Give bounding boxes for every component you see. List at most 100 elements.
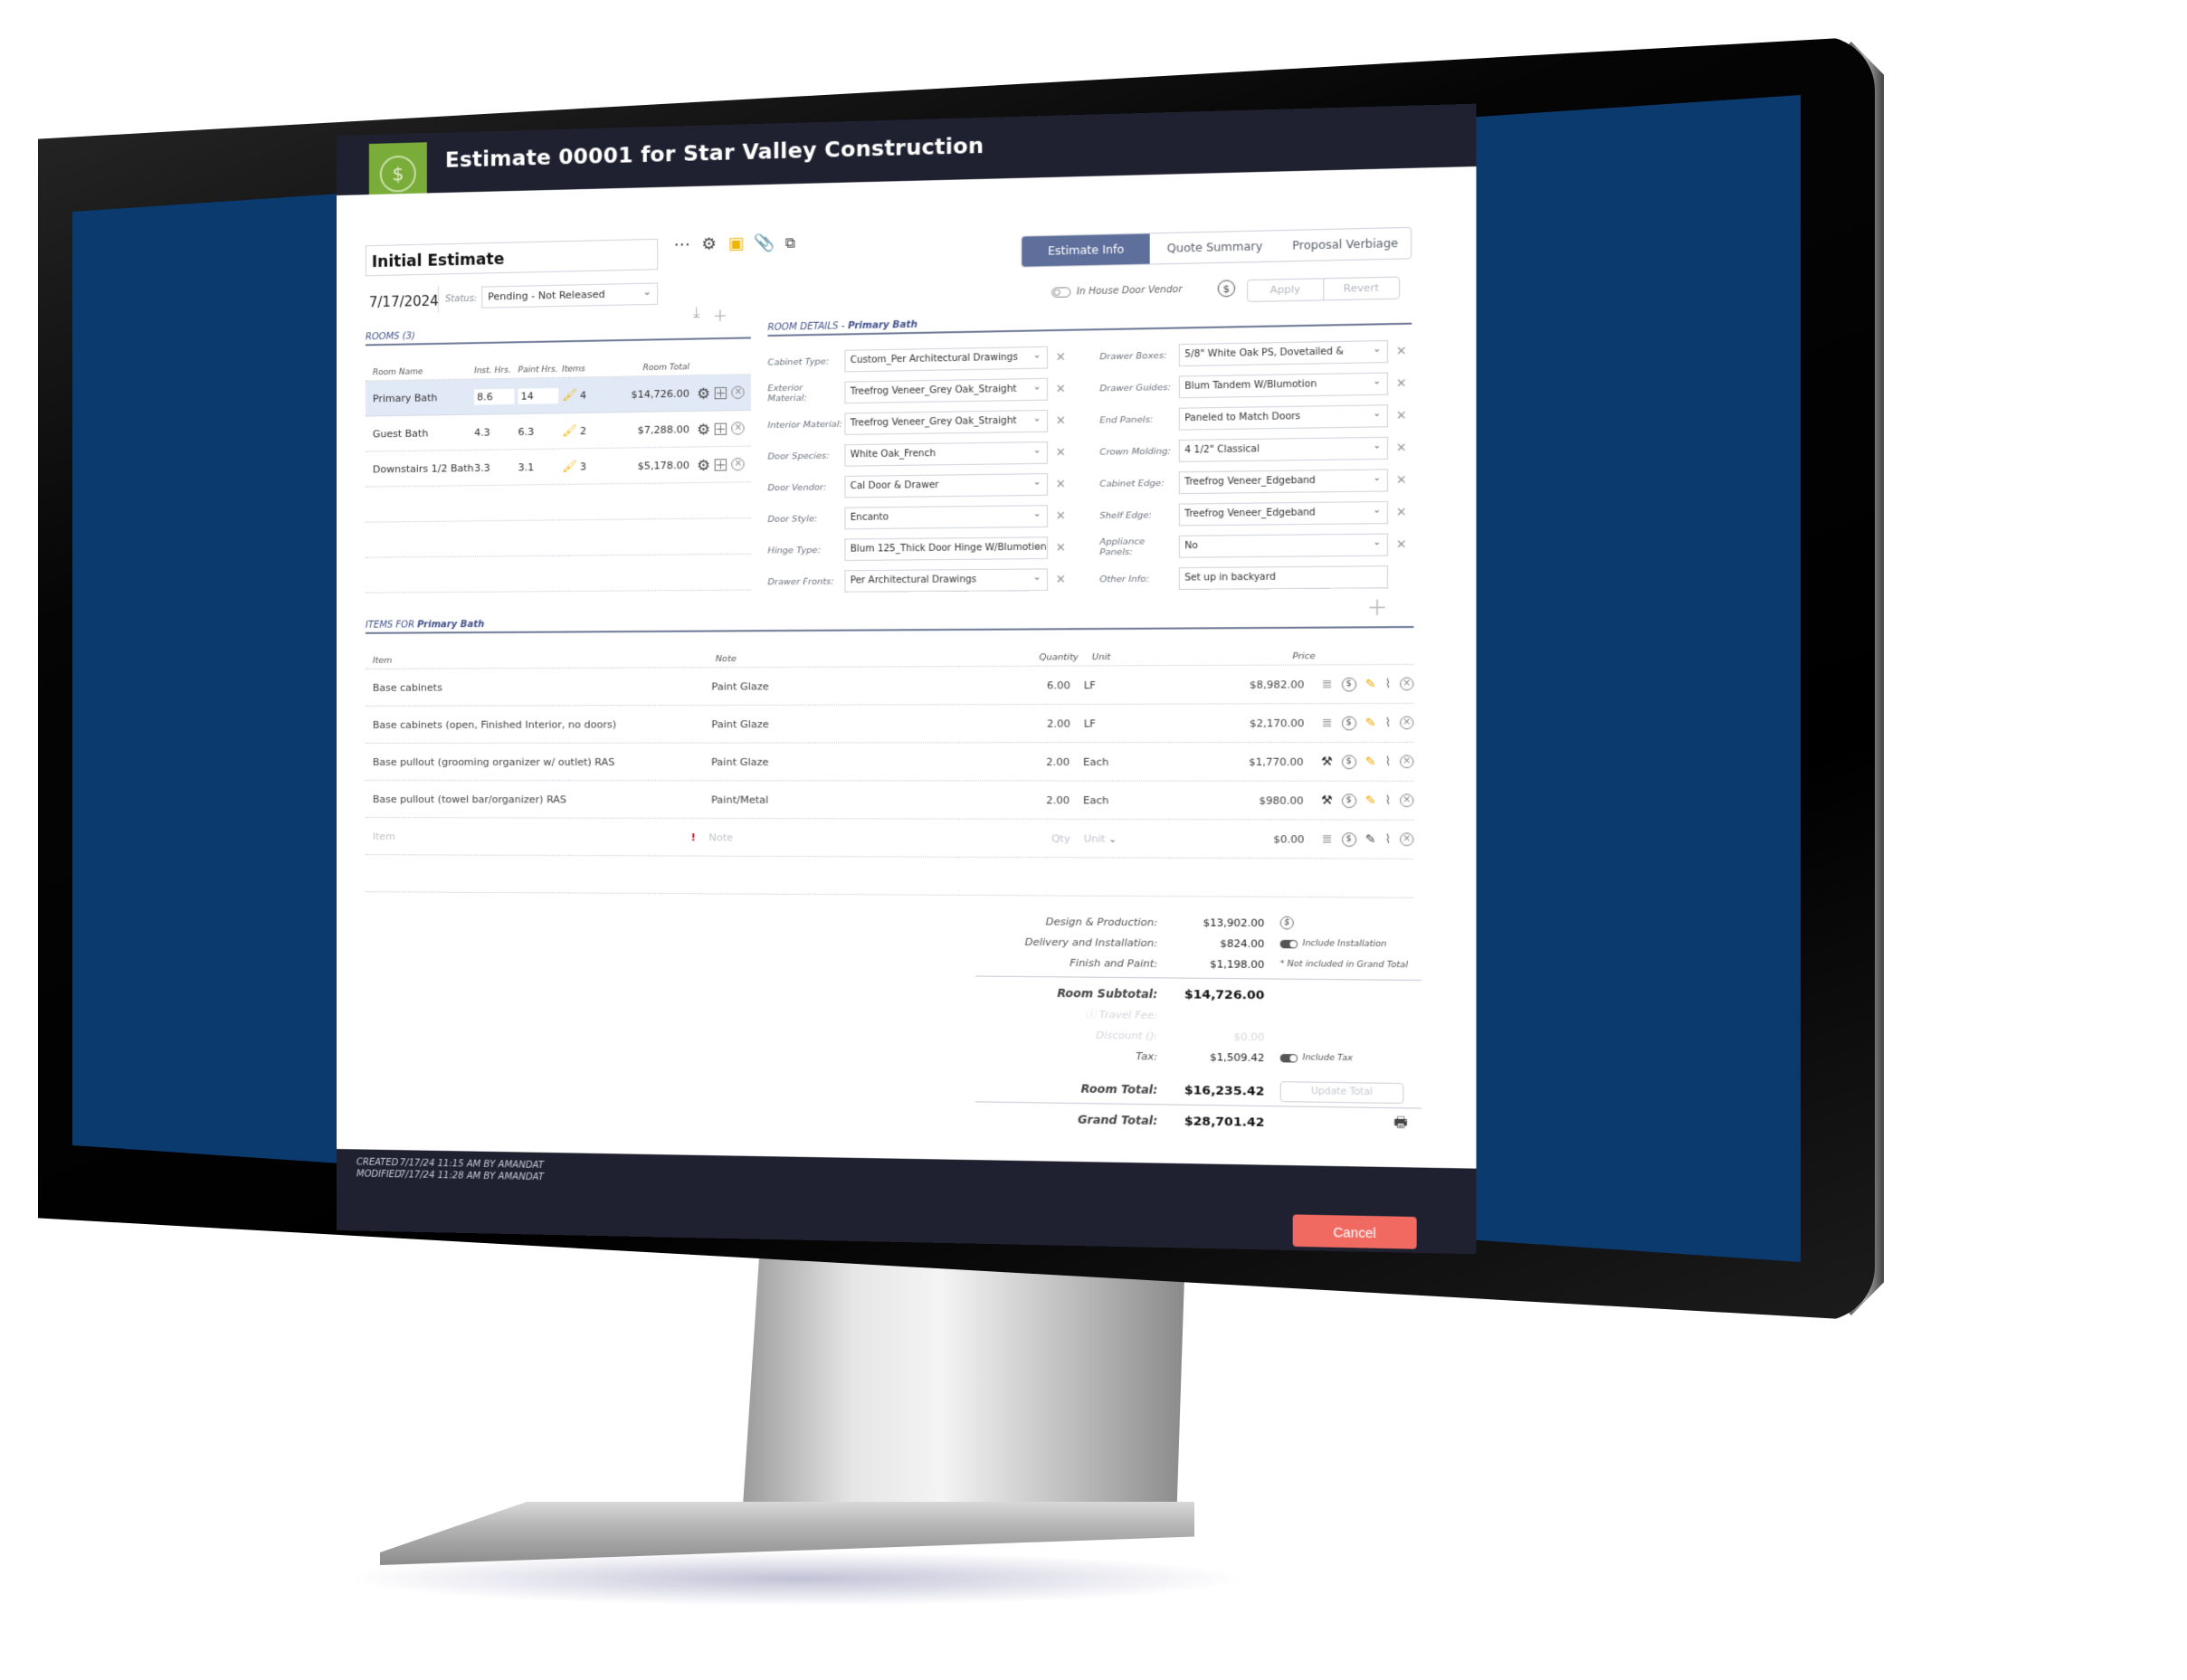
clear-icon[interactable]: ✕ (1396, 441, 1407, 455)
status-select[interactable]: Pending - Not Released ⌄ (481, 282, 659, 308)
new-unit-select[interactable]: Unit ⌄ (1070, 832, 1151, 845)
door-vendor-toggle[interactable] (1051, 287, 1071, 299)
clear-icon[interactable]: ✕ (1055, 573, 1066, 587)
dollar-icon[interactable]: $ (1341, 793, 1356, 808)
inst-hrs-input[interactable]: 8.6 (474, 388, 515, 405)
pencil-icon[interactable]: ✎ (1365, 677, 1376, 691)
item-row[interactable]: Base pullout (towel bar/organizer) RAS Pa… (365, 781, 1414, 821)
tab-proposal-verbiage[interactable]: Proposal Verbiage (1279, 228, 1411, 261)
detail-field-select[interactable]: No ⌄ (1178, 533, 1389, 558)
remove-circle-icon[interactable]: × (1400, 755, 1414, 769)
estimate-name-input[interactable]: Initial Estimate (365, 238, 659, 277)
paint-hrs-input[interactable]: 14 (518, 387, 559, 404)
add-box-icon[interactable] (715, 458, 727, 471)
dollar-icon[interactable]: $ (1341, 831, 1356, 847)
item-row[interactable]: Base pullout (grooming organizer w/ outl… (365, 742, 1414, 782)
clear-icon[interactable]: ✕ (1396, 344, 1407, 358)
database-icon[interactable]: ≣ (1322, 716, 1333, 730)
dollar-icon[interactable]: $ (1341, 677, 1356, 692)
detail-field-select[interactable]: Treefrog Veneer_Edgeband ⌄ (1178, 500, 1389, 527)
tools-icon[interactable]: ⚒ (1321, 755, 1333, 769)
pencil-icon[interactable]: ✎ (1365, 716, 1376, 730)
detail-field-select[interactable]: Cal Door & Drawer ⌄ (844, 473, 1049, 498)
database-icon[interactable]: ≣ (1322, 677, 1333, 691)
room-row[interactable]: Downstairs 1/2 Bath 3.3 3.1 🖌 3 $5,178.00… (365, 446, 751, 488)
add-room-icon[interactable]: ＋ (713, 303, 727, 326)
new-qty-input[interactable]: Qty (1010, 832, 1070, 844)
apply-button[interactable]: Apply (1248, 279, 1324, 301)
detail-field-select[interactable]: Treefrog Veneer_Grey Oak_Straight ⌄ (844, 377, 1049, 404)
paperclip-icon[interactable]: 📎 (754, 233, 775, 253)
dollar-icon[interactable]: $ (1279, 916, 1294, 930)
add-box-icon[interactable] (715, 386, 727, 399)
detail-field-select[interactable]: White Oak_French ⌄ (844, 441, 1049, 467)
clear-icon[interactable]: ✕ (1055, 413, 1066, 428)
clear-icon[interactable]: ✕ (1396, 409, 1407, 423)
cancel-button[interactable]: Cancel (1292, 1214, 1417, 1249)
detail-field-select[interactable]: Custom_Per Architectural Drawings ⌄ (844, 346, 1049, 373)
detail-field-select[interactable]: Per Architectural Drawings ⌄ (844, 568, 1049, 593)
room-row[interactable]: Primary Bath 8.6 14 🖌 4 $14,726.00 ⚙ × (365, 375, 751, 417)
include-installation-toggle[interactable] (1279, 939, 1298, 948)
clear-icon[interactable]: ✕ (1396, 376, 1407, 391)
pencil-icon[interactable]: ✎ (1365, 793, 1376, 808)
other-info-input[interactable]: Set up in backyard (1178, 565, 1389, 591)
item-row[interactable]: Base cabinets (open, Finished Interior, … (365, 703, 1414, 744)
dollar-icon[interactable]: $ (1341, 755, 1356, 769)
tools-icon[interactable]: ⚒ (1321, 793, 1333, 808)
info-icon[interactable]: ⓘ (1085, 1009, 1098, 1021)
clear-icon[interactable]: ✕ (1396, 505, 1407, 519)
remove-circle-icon[interactable]: × (1400, 832, 1414, 847)
paperclip-icon[interactable]: ⌇ (1384, 832, 1391, 847)
paperclip-icon[interactable]: ⌇ (1384, 793, 1391, 808)
detail-field-select[interactable]: Paneled to Match Doors ⌄ (1178, 404, 1389, 431)
clear-icon[interactable]: ✕ (1055, 445, 1066, 460)
dollar-icon[interactable]: $ (1217, 280, 1236, 298)
pencil-icon[interactable]: ✎ (1365, 755, 1376, 769)
detail-field-select[interactable]: Treefrog Veneer_Grey Oak_Straight ⌄ (844, 409, 1049, 435)
detail-field-select[interactable]: 5/8" White Oak PS, Dovetailed & ⌄ (1178, 339, 1389, 367)
clear-icon[interactable]: ✕ (1396, 473, 1407, 488)
gear-icon[interactable]: ⚙ (697, 420, 710, 438)
remove-circle-icon[interactable]: × (1400, 677, 1414, 691)
download-icon[interactable]: ⤓ (693, 304, 699, 327)
notes-icon[interactable]: ▣ (727, 234, 746, 254)
revert-button[interactable]: Revert (1324, 278, 1399, 300)
update-total-button[interactable]: Update Total (1279, 1081, 1404, 1105)
item-row[interactable]: Base cabinets Paint Glaze 6.00 LF $8,982.00 ≣… (365, 664, 1414, 707)
add-box-icon[interactable] (715, 422, 727, 435)
detail-field-select[interactable]: Encanto ⌄ (844, 505, 1049, 530)
detail-field-select[interactable]: Blum 125_Thick Door Hinge W/Blumotion ⌄ (844, 536, 1049, 562)
print-icon[interactable]: 🖶 (1393, 1113, 1407, 1136)
clear-icon[interactable]: ✕ (1396, 537, 1407, 552)
copy-icon[interactable]: ⧉ (781, 233, 800, 252)
clear-icon[interactable]: ✕ (1055, 477, 1066, 491)
database-icon[interactable]: ≣ (1322, 832, 1333, 847)
remove-circle-icon[interactable]: × (731, 457, 745, 471)
tab-quote-summary[interactable]: Quote Summary (1150, 231, 1279, 263)
remove-circle-icon[interactable]: × (731, 385, 745, 399)
room-row[interactable]: Guest Bath 4.3 6.3 🖌 2 $7,288.00 ⚙ × (365, 410, 751, 452)
gear-icon[interactable]: ⚙ (697, 456, 710, 474)
new-note-input[interactable]: Note (708, 831, 733, 843)
dollar-icon[interactable]: $ (1341, 716, 1356, 730)
paperclip-icon[interactable]: ⌇ (1384, 677, 1391, 691)
new-item-input[interactable]: Item (366, 831, 711, 843)
gear-icon[interactable]: ⚙ (699, 234, 718, 254)
pencil-icon[interactable]: ✎ (1365, 832, 1376, 847)
remove-circle-icon[interactable]: × (1400, 716, 1414, 730)
paperclip-icon[interactable]: ⌇ (1384, 755, 1391, 769)
clear-icon[interactable]: ✕ (1055, 382, 1066, 396)
detail-field-select[interactable]: 4 1/2" Classical ⌄ (1178, 436, 1389, 462)
detail-field-select[interactable]: Blum Tandem W/Blumotion ⌄ (1178, 372, 1389, 399)
tab-estimate-info[interactable]: Estimate Info (1022, 233, 1151, 267)
remove-circle-icon[interactable]: × (1400, 793, 1414, 808)
clear-icon[interactable]: ✕ (1055, 350, 1066, 365)
clear-icon[interactable]: ✕ (1055, 509, 1066, 524)
include-tax-toggle[interactable] (1279, 1053, 1298, 1063)
more-icon[interactable]: ⋯ (672, 235, 691, 255)
remove-circle-icon[interactable]: × (731, 422, 745, 435)
detail-field-select[interactable]: Treefrog Veneer_Edgeband ⌄ (1178, 469, 1389, 495)
paperclip-icon[interactable]: ⌇ (1384, 716, 1391, 730)
clear-icon[interactable]: ✕ (1055, 541, 1066, 555)
